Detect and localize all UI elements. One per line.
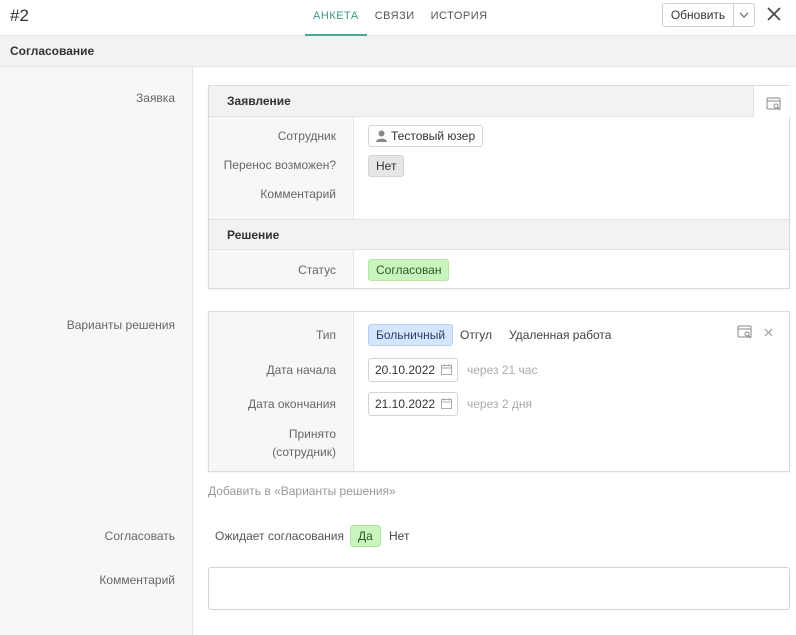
approve-option-yes[interactable]: Да xyxy=(350,525,381,547)
start-date-input[interactable]: 20.10.2022 xyxy=(368,358,458,382)
accepted-label-sub: (сотрудник) xyxy=(272,445,336,459)
end-date-input[interactable]: 21.10.2022 xyxy=(368,392,458,416)
statement-header: Заявление xyxy=(209,86,789,117)
type-option-day-off[interactable]: Отгул xyxy=(460,328,492,342)
tab-links[interactable]: СВЯЗИ xyxy=(367,0,423,36)
user-icon xyxy=(376,130,387,142)
approve-option-pending[interactable]: Ожидает согласования xyxy=(215,529,344,543)
end-date-value: 21.10.2022 xyxy=(375,397,436,411)
employee-label: Сотрудник xyxy=(277,129,336,143)
open-variant-button[interactable] xyxy=(736,323,754,341)
tab-bar: АНКЕТА СВЯЗИ ИСТОРИЯ xyxy=(305,0,496,36)
variants-card: Тип Больничный Отгул Удаленная работа Да… xyxy=(208,311,790,472)
type-option-remote-work[interactable]: Удаленная работа xyxy=(509,328,611,342)
decision-title: Решение xyxy=(227,228,280,242)
add-variant-link[interactable]: Добавить в «Варианты решения» xyxy=(208,484,396,498)
employee-chip[interactable]: Тестовый юзер xyxy=(368,125,484,147)
section-header: Согласование xyxy=(0,36,796,67)
statement-comment-label: Комментарий xyxy=(260,187,336,201)
accepted-label: Принято xyxy=(288,427,336,441)
open-card-button[interactable] xyxy=(765,95,783,113)
close-icon xyxy=(767,7,781,21)
end-date-hint: через 2 дня xyxy=(467,397,532,411)
section-title: Согласование xyxy=(10,44,95,58)
comment-input[interactable] xyxy=(208,567,790,610)
remove-variant-button[interactable] xyxy=(759,323,777,341)
start-date-value: 20.10.2022 xyxy=(375,363,436,377)
tab-form[interactable]: АНКЕТА xyxy=(305,0,367,36)
comment-label: Комментарий xyxy=(99,573,175,587)
top-bar: #2 АНКЕТА СВЯЗИ ИСТОРИЯ Обновить xyxy=(0,0,796,36)
employee-name: Тестовый юзер xyxy=(391,129,476,143)
start-date-label: Дата начала xyxy=(266,363,336,377)
decision-header: Решение xyxy=(209,219,789,250)
update-dropdown-button[interactable] xyxy=(733,3,755,27)
window-search-icon xyxy=(737,325,752,339)
transfer-value: Нет xyxy=(368,155,405,177)
application-card: Заявление Сотрудник Тестовый юзер Перено… xyxy=(208,85,790,289)
tab-history[interactable]: ИСТОРИЯ xyxy=(423,0,496,36)
calendar-icon xyxy=(441,398,452,409)
type-label: Тип xyxy=(315,328,336,342)
label-column: Заявка Варианты решения Согласовать Комм… xyxy=(0,67,193,635)
end-date-label: Дата окончания xyxy=(247,397,336,411)
approve-label: Согласовать xyxy=(104,529,175,543)
close-button[interactable] xyxy=(764,4,784,24)
application-label: Заявка xyxy=(136,91,175,105)
approve-option-no[interactable]: Нет xyxy=(389,529,409,543)
transfer-label: Перенос возможен? xyxy=(223,158,336,172)
type-option-sick-leave[interactable]: Больничный xyxy=(368,324,454,346)
status-label: Статус xyxy=(298,263,336,277)
chevron-down-icon xyxy=(739,12,749,18)
status-badge: Согласован xyxy=(368,259,450,281)
record-id: #2 xyxy=(10,6,29,25)
window-search-icon xyxy=(766,97,781,111)
variants-label: Варианты решения xyxy=(66,318,175,332)
update-button[interactable]: Обновить xyxy=(662,3,734,27)
statement-title: Заявление xyxy=(227,94,291,108)
start-date-hint: через 21 час xyxy=(467,363,538,377)
calendar-icon xyxy=(441,364,452,375)
close-icon xyxy=(764,328,772,336)
